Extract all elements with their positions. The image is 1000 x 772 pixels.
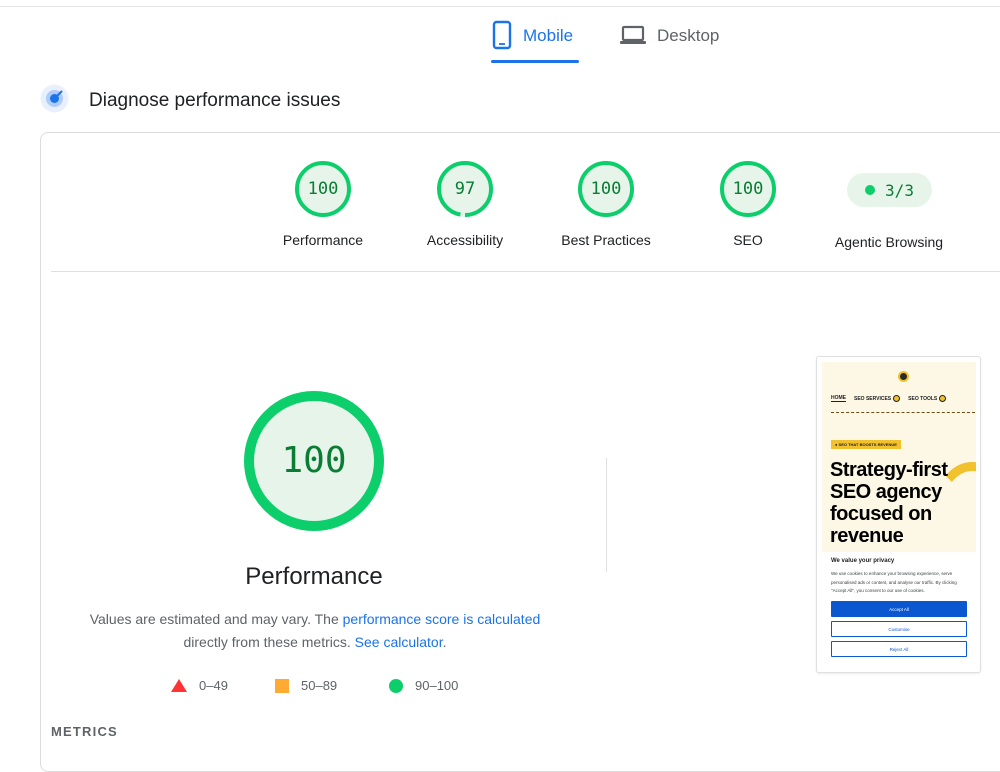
circle-icon: [389, 678, 403, 693]
square-icon: [275, 678, 289, 693]
screenshot-dashed-divider: [831, 412, 975, 413]
cookie-reject-button: Reject All: [831, 640, 967, 657]
laptop-icon: [619, 20, 647, 55]
metrics-heading: METRICS: [51, 724, 118, 739]
gauge-score: 97: [454, 179, 476, 199]
tab-desktop-label: Desktop: [657, 26, 720, 45]
agentic-score: 3/3: [885, 180, 914, 200]
gauge-performance[interactable]: 100 Performance: [263, 160, 383, 248]
legend-average: 50–89: [275, 678, 337, 693]
nav-tools-label: SEO TOOLS: [908, 395, 938, 402]
performance-title: Performance: [245, 563, 383, 590]
tab-mobile-label: Mobile: [523, 26, 574, 45]
see-calculator-link[interactable]: See calculator: [355, 634, 443, 650]
site-logo-icon: [898, 371, 909, 382]
vertical-divider: [606, 458, 607, 572]
explain-prefix: Values are estimated and may vary. The: [89, 611, 343, 627]
screenshot-nav: HOME SEO SERVICES SEO TOOLS: [831, 395, 947, 402]
explain-mid: directly from these metrics.: [183, 634, 355, 650]
legend-range: 90–100: [415, 678, 459, 693]
cookie-customise-button: Customise: [831, 620, 967, 637]
pass-dot-icon: [865, 185, 876, 195]
score-calculated-link[interactable]: performance score is calculated: [343, 611, 541, 627]
screenshot-nav-tools: SEO TOOLS: [908, 395, 947, 402]
gauge-label: Best Practices: [561, 232, 651, 248]
screenshot-badge: ● SEO THAT BOOSTS REVENUE: [831, 440, 901, 449]
diagnose-header: Diagnose performance issues: [40, 84, 340, 118]
cookie-title: We value your privacy: [831, 558, 895, 564]
agentic-browsing-score[interactable]: 3/3: [847, 173, 932, 207]
legend-range: 0–49: [199, 678, 228, 693]
gauge-seo[interactable]: 100 SEO: [688, 160, 808, 248]
tab-mobile[interactable]: Mobile: [491, 20, 573, 64]
diagnose-icon: [40, 84, 69, 118]
agentic-browsing-label: Agentic Browsing: [834, 234, 944, 250]
screenshot-nav-services: SEO SERVICES: [854, 395, 901, 402]
legend-fail: 0–49: [171, 678, 228, 693]
score-explanation: Values are estimated and may vary. The p…: [60, 608, 570, 654]
chevron-down-icon: [939, 395, 947, 402]
gauge-label: Accessibility: [426, 232, 504, 248]
triangle-icon: [171, 679, 187, 692]
gauge-label: SEO: [733, 232, 763, 248]
screenshot-nav-home: HOME: [831, 395, 846, 402]
gauge-best-practices[interactable]: 100 Best Practices: [546, 160, 666, 248]
gauge-label: Performance: [282, 232, 364, 248]
legend-range: 50–89: [301, 678, 338, 693]
nav-services-label: SEO SERVICES: [854, 395, 892, 402]
clipped-header-text: [40, 0, 300, 4]
cookie-accept-button: Accept All: [831, 600, 967, 617]
screenshot-headline: Strategy-first SEO agency focused on rev…: [830, 459, 948, 547]
chevron-down-icon: [893, 395, 901, 402]
cookie-body: We use cookies to enhance your browsing …: [831, 571, 957, 593]
explain-suffix: .: [442, 634, 447, 650]
screenshot-hero: HOME SEO SERVICES SEO TOOLS ● SEO THAT B…: [822, 362, 976, 552]
gauge-score: 100: [590, 179, 622, 199]
gauge-score: 100: [732, 179, 764, 199]
legend-pass: 90–100: [389, 678, 458, 693]
gauge-score: 100: [307, 179, 339, 199]
smartphone-icon: [491, 20, 513, 55]
gauge-accessibility[interactable]: 97 Accessibility: [405, 160, 525, 248]
tab-desktop[interactable]: Desktop: [619, 20, 719, 64]
active-tab-indicator: [491, 60, 579, 63]
diagnose-title: Diagnose performance issues: [89, 90, 341, 111]
top-divider: [0, 6, 1000, 7]
screenshot-cookie-banner: We value your privacy We use cookies to …: [822, 552, 976, 663]
section-divider: [51, 271, 1000, 272]
page-screenshot-thumbnail[interactable]: HOME SEO SERVICES SEO TOOLS ● SEO THAT B…: [816, 356, 981, 673]
performance-score: 100: [281, 440, 347, 481]
